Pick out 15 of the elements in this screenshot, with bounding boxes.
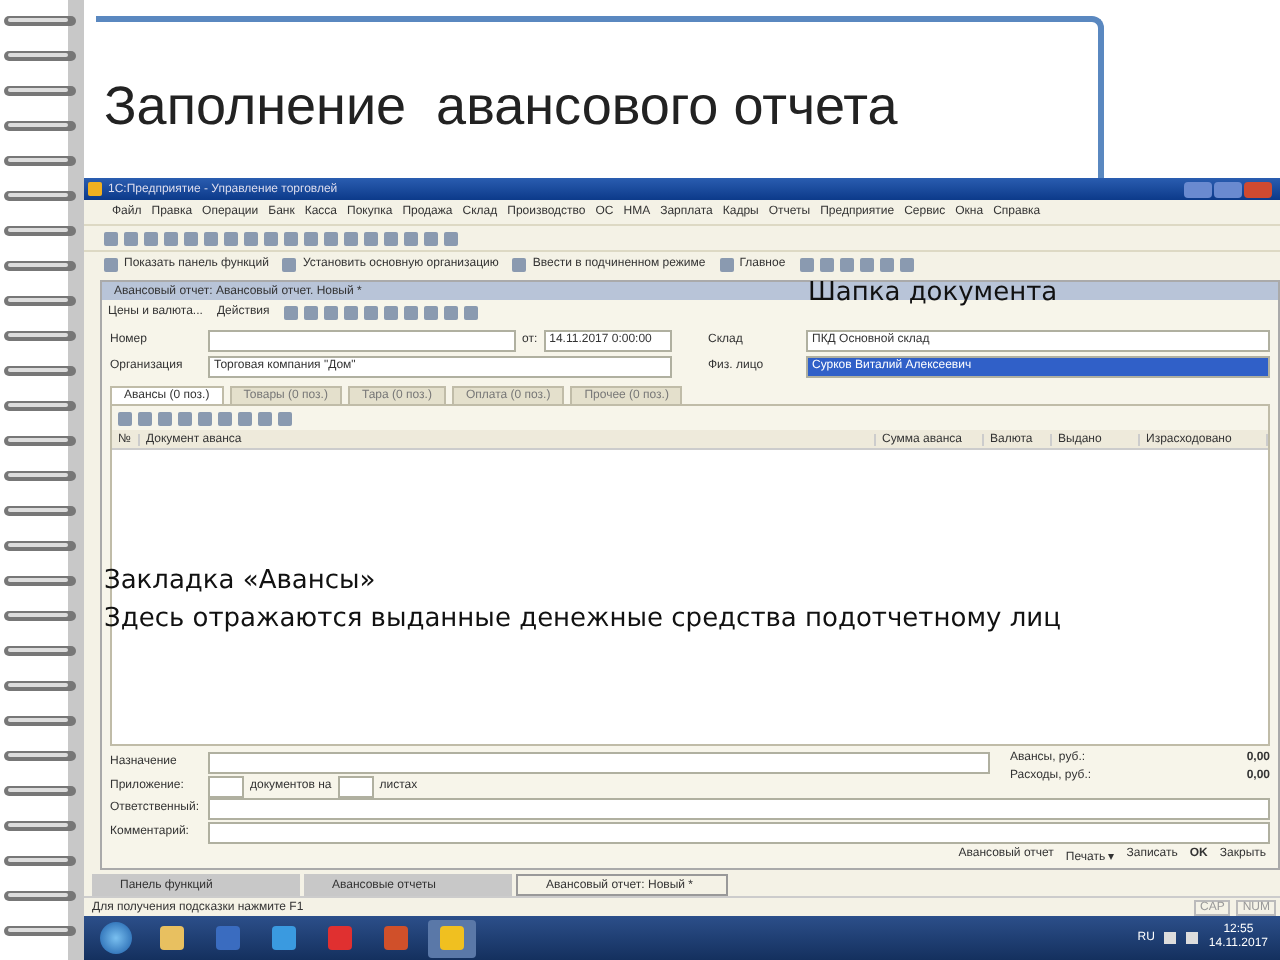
callout-text: Шапка документа (808, 278, 1058, 308)
start-button[interactable] (100, 922, 132, 954)
input-field[interactable] (208, 797, 1270, 819)
input-field[interactable] (208, 775, 244, 797)
input-field[interactable] (337, 775, 374, 797)
callout-text: Закладка «Авансы» (104, 564, 378, 600)
close-button[interactable] (1244, 181, 1272, 197)
input-field[interactable] (208, 329, 516, 351)
callout-text: Здесь отражаются выданные денежные средства подотчетному лиц (104, 602, 1061, 638)
taskbar-button[interactable] (428, 919, 476, 957)
slide-title: Заполнение авансового отчета (102, 73, 898, 137)
minimize-button[interactable] (1184, 181, 1212, 197)
input-field[interactable] (208, 821, 1270, 843)
input-field[interactable] (208, 751, 990, 773)
maximize-button[interactable] (1214, 181, 1242, 197)
